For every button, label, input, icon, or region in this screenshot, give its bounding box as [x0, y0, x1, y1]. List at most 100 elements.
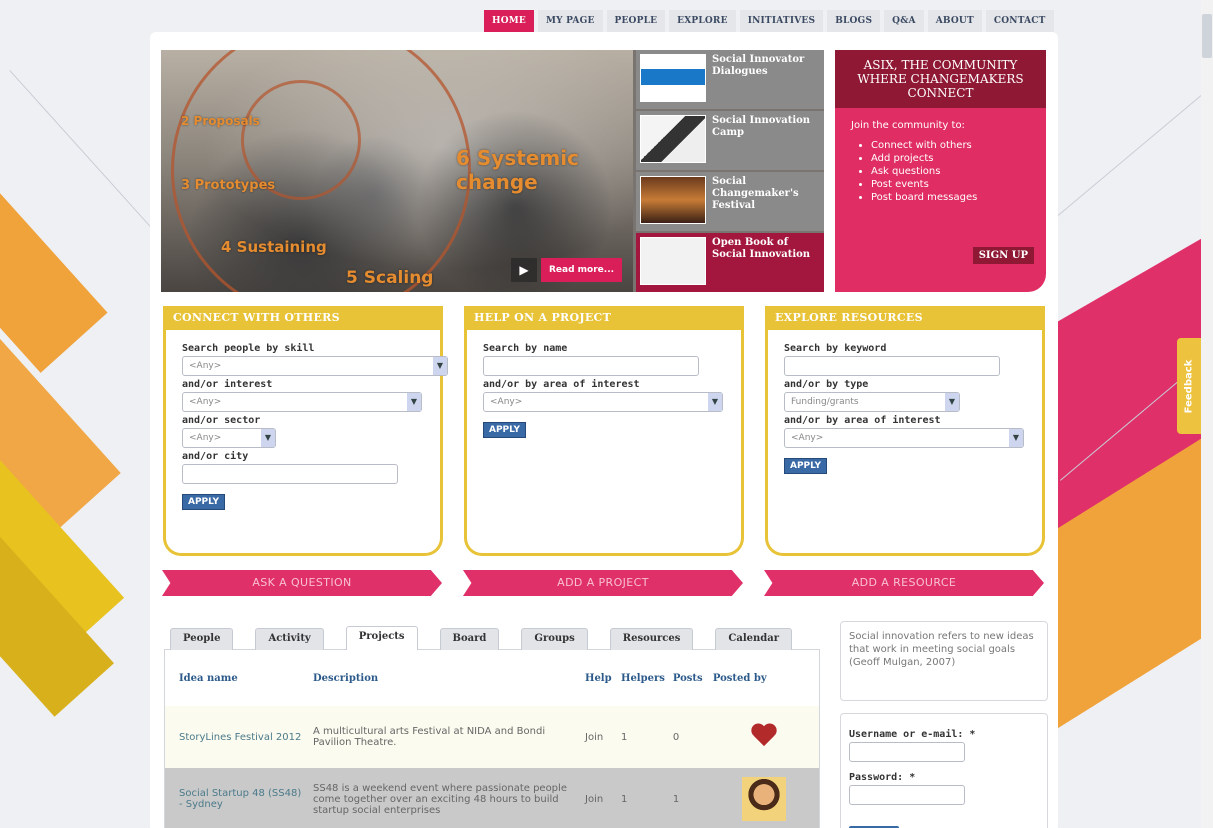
nav-my-page[interactable]: MY PAGE	[537, 10, 603, 32]
sector-select[interactable]: <Any> ▼	[182, 428, 276, 448]
field-label: and/or by area of interest	[784, 415, 941, 426]
nav-contact[interactable]: CONTACT	[985, 10, 1054, 32]
resource-area-select[interactable]: <Any> ▼	[784, 428, 1024, 448]
add-resource-button[interactable]: ADD A RESOURCE	[764, 570, 1044, 596]
chevron-down-icon: ▼	[945, 393, 959, 411]
sign-up-button[interactable]: SIGN UP	[972, 247, 1034, 264]
apply-button[interactable]: APPLY	[483, 422, 527, 438]
username-label: Username or e-mail: *	[849, 729, 976, 740]
tab-activity[interactable]: Activity	[255, 628, 324, 650]
idea-description: A multicultural arts Festival at NIDA an…	[309, 706, 581, 768]
username-input[interactable]	[849, 742, 965, 762]
slide-item-selected[interactable]: Open Book of Social Innovation	[636, 233, 824, 292]
poster-avatar[interactable]	[708, 768, 819, 828]
city-input[interactable]	[182, 464, 398, 484]
apply-button[interactable]: APPLY	[784, 458, 828, 474]
play-icon[interactable]: ▶	[511, 258, 537, 282]
password-input[interactable]	[849, 785, 965, 805]
field-label: and/or interest	[182, 379, 273, 390]
project-area-select[interactable]: <Any> ▼	[483, 392, 723, 412]
resource-type-select[interactable]: Funding/grants ▼	[784, 392, 960, 412]
hero-label-systemic-change: 6 Systemic change	[456, 146, 579, 194]
scrollbar[interactable]	[1201, 0, 1213, 828]
table-row: StoryLines Festival 2012 A multicultural…	[165, 706, 819, 768]
interest-select[interactable]: <Any> ▼	[182, 392, 422, 412]
field-label: Search by name	[483, 343, 568, 354]
hero-slideshow: 2 Proposals 3 Prototypes 4 Sustaining 6 …	[161, 50, 824, 292]
slide-thumbnail	[640, 237, 706, 285]
keyword-input[interactable]	[784, 356, 1000, 376]
hero-photo[interactable]: 2 Proposals 3 Prototypes 4 Sustaining 6 …	[161, 50, 633, 292]
signup-promo: ASIX, THE COMMUNITY WHERE CHANGEMAKERS C…	[835, 50, 1046, 292]
box-title: EXPLORE RESOURCES	[765, 306, 1045, 330]
list-item: Ask questions	[871, 165, 1046, 178]
read-more-button[interactable]: Read more...	[541, 258, 623, 282]
tab-resources[interactable]: Resources	[609, 628, 694, 650]
slide-title: Open Book of Social Innovation	[712, 237, 811, 260]
column-header[interactable]: Description	[309, 650, 581, 706]
idea-name-link[interactable]: Social Startup 48 (SS48) - Sydney	[165, 768, 309, 828]
chevron-down-icon: ▼	[1009, 429, 1023, 447]
read-more-control: ▶ Read more...	[511, 258, 623, 282]
column-header[interactable]: Helpers	[617, 650, 669, 706]
nav-initiatives[interactable]: INITIATIVES	[739, 10, 824, 32]
heart-logo-icon	[748, 722, 780, 752]
posts-count: 0	[668, 706, 709, 768]
social-innovation-quote: Social innovation refers to new ideas th…	[840, 621, 1048, 701]
helpers-count: 1	[617, 706, 669, 768]
list-item: Post events	[871, 178, 1046, 191]
list-item: Connect with others	[871, 139, 1046, 152]
slide-item[interactable]: Social Innovator Dialogues	[636, 50, 824, 109]
column-header[interactable]: Help	[581, 650, 617, 706]
skill-select[interactable]: <Any> ▼	[182, 356, 448, 376]
join-link[interactable]: Join	[581, 768, 617, 828]
apply-button[interactable]: APPLY	[182, 494, 226, 510]
field-label: and/or sector	[182, 415, 261, 426]
hero-label-scaling: 5 Scaling	[346, 268, 434, 288]
help-on-a-project-box: HELP ON A PROJECT Search by name and/or …	[464, 306, 744, 556]
list-item: Add projects	[871, 152, 1046, 165]
idea-name-link[interactable]: StoryLines Festival 2012	[165, 706, 309, 768]
login-box: Username or e-mail: * Password: *	[840, 713, 1048, 828]
nav-blogs[interactable]: BLOGS	[827, 10, 881, 32]
slide-thumbnail	[640, 54, 706, 102]
hero-slide-list: Social Innovator Dialogues Social Innova…	[636, 50, 824, 292]
slide-thumbnail	[640, 176, 706, 224]
add-project-button[interactable]: ADD A PROJECT	[463, 570, 743, 596]
slide-title: Social Innovation Camp	[712, 115, 811, 138]
join-link[interactable]: Join	[581, 706, 617, 768]
tab-board[interactable]: Board	[439, 628, 500, 650]
top-navigation: HOME MY PAGE PEOPLE EXPLORE INITIATIVES …	[484, 10, 1054, 32]
slide-item[interactable]: Social Innovation Camp	[636, 111, 824, 170]
box-title: CONNECT WITH OTHERS	[163, 306, 443, 330]
projects-table-panel: Idea name Description Help Helpers Posts…	[164, 649, 820, 828]
nav-people[interactable]: PEOPLE	[606, 10, 666, 32]
chevron-down-icon: ▼	[407, 393, 421, 411]
hero-label-sustaining: 4 Sustaining	[221, 238, 327, 256]
slide-title: Social Innovator Dialogues	[712, 54, 805, 77]
tab-people[interactable]: People	[170, 628, 234, 650]
projects-table: Idea name Description Help Helpers Posts…	[165, 650, 819, 828]
scrollbar-thumb[interactable]	[1202, 14, 1212, 58]
signup-intro: Join the community to:	[851, 120, 965, 131]
nav-explore[interactable]: EXPLORE	[669, 10, 736, 32]
poster-avatar[interactable]	[708, 706, 819, 768]
project-name-input[interactable]	[483, 356, 699, 376]
feedback-tab[interactable]: Feedback	[1177, 338, 1201, 434]
hero-label-proposals: 2 Proposals	[181, 114, 260, 128]
column-header[interactable]: Posts	[668, 650, 709, 706]
posts-count: 1	[668, 768, 709, 828]
tab-groups[interactable]: Groups	[521, 628, 588, 650]
tab-calendar[interactable]: Calendar	[715, 628, 792, 650]
slide-thumbnail	[640, 115, 706, 163]
column-header[interactable]: Idea name	[165, 650, 309, 706]
content-tabs: People Activity Projects Board Groups Re…	[170, 626, 814, 650]
nav-about[interactable]: ABOUT	[927, 10, 982, 32]
ask-question-button[interactable]: ASK A QUESTION	[162, 570, 442, 596]
nav-qa[interactable]: Q&A	[884, 10, 924, 32]
nav-home[interactable]: HOME	[484, 10, 534, 32]
slide-item[interactable]: Social Changemaker's Festival	[636, 172, 824, 231]
tab-projects[interactable]: Projects	[345, 626, 418, 650]
hero-label-prototypes: 3 Prototypes	[181, 178, 276, 193]
column-header[interactable]: Posted by	[708, 650, 819, 706]
